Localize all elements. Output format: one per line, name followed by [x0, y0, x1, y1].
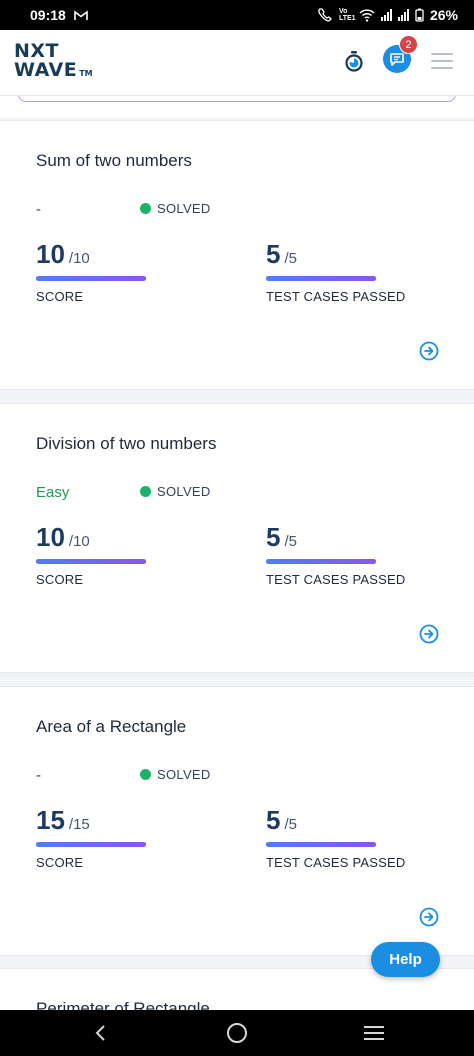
- score-value: 10: [36, 239, 65, 269]
- score-value: 10: [36, 522, 65, 552]
- previous-card-bottom: [0, 96, 474, 118]
- problem-card[interactable]: Division of two numbers Easy SOLVED 10/1…: [0, 403, 474, 673]
- test-cases-value: 5: [266, 522, 281, 552]
- test-cases-max: /5: [284, 816, 297, 833]
- test-cases-metric: 5/5 TEST CASES PASSED: [266, 522, 405, 587]
- test-cases-metric: 5/5 TEST CASES PASSED: [266, 805, 405, 870]
- arrow-right-circle-icon[interactable]: [419, 624, 439, 644]
- score-metric: 10/10 SCORE: [36, 239, 146, 304]
- logo-line2: WAVE: [14, 59, 78, 81]
- status-time: 09:18: [30, 7, 66, 23]
- status-text: SOLVED: [157, 484, 211, 499]
- solved-dot-icon: [140, 203, 151, 214]
- help-button[interactable]: Help: [371, 942, 440, 977]
- gmail-icon: [74, 9, 88, 20]
- back-icon[interactable]: [92, 1024, 110, 1042]
- difficulty-label: Easy: [36, 484, 70, 501]
- status-badge: SOLVED: [140, 201, 211, 216]
- score-label: SCORE: [36, 855, 84, 870]
- notification-badge: 2: [399, 35, 418, 54]
- status-badge: SOLVED: [140, 484, 211, 499]
- home-icon[interactable]: [227, 1023, 247, 1043]
- arrow-right-circle-icon[interactable]: [419, 907, 439, 927]
- score-max: /15: [68, 816, 90, 833]
- problem-title: Area of a Rectangle: [36, 717, 187, 736]
- problem-card[interactable]: Area of a Rectangle - SOLVED 15/15 SCORE…: [0, 686, 474, 956]
- score-label: SCORE: [36, 289, 84, 304]
- status-bar: 09:18 Vo LTE1 26%: [0, 0, 474, 30]
- problem-title: Perimeter of Rectangle: [36, 999, 210, 1010]
- score-label: SCORE: [36, 572, 84, 587]
- score-metric: 10/10 SCORE: [36, 522, 146, 587]
- solved-dot-icon: [140, 769, 151, 780]
- difficulty-label: -: [36, 767, 41, 784]
- problem-title: Division of two numbers: [36, 434, 217, 453]
- recent-apps-icon[interactable]: [364, 1026, 384, 1040]
- score-value: 15: [36, 805, 65, 835]
- test-cases-max: /5: [284, 533, 297, 550]
- test-cases-value: 5: [266, 805, 281, 835]
- score-progress-bar: [36, 842, 146, 847]
- logo-tm: TM: [79, 69, 93, 78]
- test-cases-label: TEST CASES PASSED: [266, 855, 406, 870]
- wifi-icon: [359, 8, 375, 22]
- status-text: SOLVED: [157, 201, 211, 216]
- chat-bubble-icon: [390, 52, 404, 66]
- score-max: /10: [68, 250, 90, 267]
- signal-icon-1: [380, 9, 392, 21]
- test-cases-progress-bar: [266, 559, 376, 564]
- network-label: Vo LTE1: [338, 8, 356, 22]
- battery-level: 26%: [429, 7, 458, 23]
- difficulty-label: -: [36, 201, 41, 218]
- status-text: SOLVED: [157, 767, 211, 782]
- signal-icon-2: [397, 9, 409, 21]
- test-cases-max: /5: [284, 250, 297, 267]
- solved-dot-icon: [140, 486, 151, 497]
- test-cases-value: 5: [266, 239, 281, 269]
- test-cases-label: TEST CASES PASSED: [266, 572, 406, 587]
- hamburger-menu-icon[interactable]: [431, 53, 453, 69]
- nxtwave-logo[interactable]: NXT WAVE TM: [14, 42, 94, 86]
- status-badge: SOLVED: [140, 767, 211, 782]
- problem-list[interactable]: Sum of two numbers - SOLVED 10/10 SCORE …: [0, 96, 474, 1010]
- call-icon: [318, 8, 332, 22]
- battery-icon: [415, 8, 424, 22]
- test-cases-label: TEST CASES PASSED: [266, 289, 406, 304]
- stopwatch-icon[interactable]: [343, 50, 365, 72]
- system-nav-bar: [0, 1010, 474, 1056]
- problem-title: Sum of two numbers: [36, 151, 192, 170]
- problem-card[interactable]: Sum of two numbers - SOLVED 10/10 SCORE …: [0, 120, 474, 390]
- test-cases-metric: 5/5 TEST CASES PASSED: [266, 239, 405, 304]
- test-cases-progress-bar: [266, 842, 376, 847]
- score-max: /10: [68, 533, 90, 550]
- score-metric: 15/15 SCORE: [36, 805, 146, 870]
- score-progress-bar: [36, 559, 146, 564]
- test-cases-progress-bar: [266, 276, 376, 281]
- score-progress-bar: [36, 276, 146, 281]
- arrow-right-circle-icon[interactable]: [419, 341, 439, 361]
